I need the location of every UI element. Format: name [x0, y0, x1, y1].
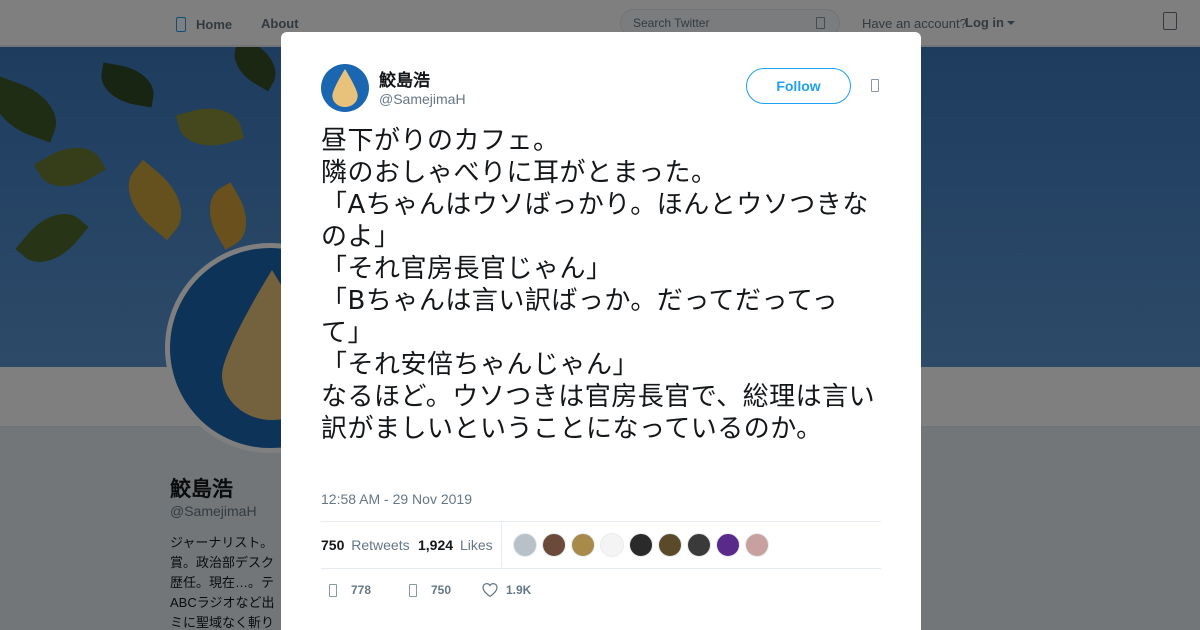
- like-count: 1.9K: [506, 583, 532, 597]
- liker-avatar[interactable]: [629, 533, 653, 557]
- retweets-stat[interactable]: 750 Retweets: [321, 537, 410, 553]
- retweets-count: 750: [321, 537, 345, 553]
- liker-avatar[interactable]: [600, 533, 624, 557]
- stats-divider: [501, 523, 502, 567]
- liker-avatar[interactable]: [687, 533, 711, 557]
- retweets-label: Retweets: [351, 537, 410, 553]
- tweet-text: 昼下がりのカフェ。 隣のおしゃべりに耳がとまった。 「Aちゃんはウソばっかり。ほ…: [321, 126, 876, 444]
- liker-avatars: [513, 533, 774, 557]
- likes-stat[interactable]: 1,924 Likes: [418, 537, 493, 553]
- liker-avatar[interactable]: [745, 533, 769, 557]
- reply-icon: [329, 583, 337, 597]
- likes-label: Likes: [459, 537, 493, 553]
- liker-avatar[interactable]: [542, 533, 566, 557]
- follow-button[interactable]: Follow: [746, 68, 851, 104]
- tweet-actions: 778 750 1.9K: [321, 579, 881, 603]
- retweet-count: 750: [431, 583, 452, 597]
- retweet-icon: [409, 583, 417, 597]
- liker-avatar[interactable]: [571, 533, 595, 557]
- heart-icon: [482, 583, 498, 597]
- likes-count: 1,924: [418, 537, 454, 553]
- author-handle[interactable]: @SamejimaH: [379, 91, 466, 107]
- tweet-modal: 鮫島浩 @SamejimaH Follow 昼下がりのカフェ。 隣のおしゃべりに…: [281, 32, 921, 630]
- water-drop-icon: [332, 69, 358, 107]
- reply-button[interactable]: 778: [329, 583, 371, 597]
- reply-count: 778: [351, 583, 372, 597]
- liker-avatar[interactable]: [658, 533, 682, 557]
- author-name[interactable]: 鮫島浩: [379, 66, 430, 91]
- tweet-timestamp[interactable]: 12:58 AM - 29 Nov 2019: [321, 491, 472, 507]
- more-icon[interactable]: [871, 79, 879, 92]
- tweet-stats: 750 Retweets 1,924 Likes: [321, 521, 881, 569]
- liker-avatar[interactable]: [716, 533, 740, 557]
- retweet-button[interactable]: 750: [409, 583, 451, 597]
- author-avatar[interactable]: [321, 64, 369, 112]
- like-button[interactable]: 1.9K: [482, 583, 531, 597]
- liker-avatar[interactable]: [513, 533, 537, 557]
